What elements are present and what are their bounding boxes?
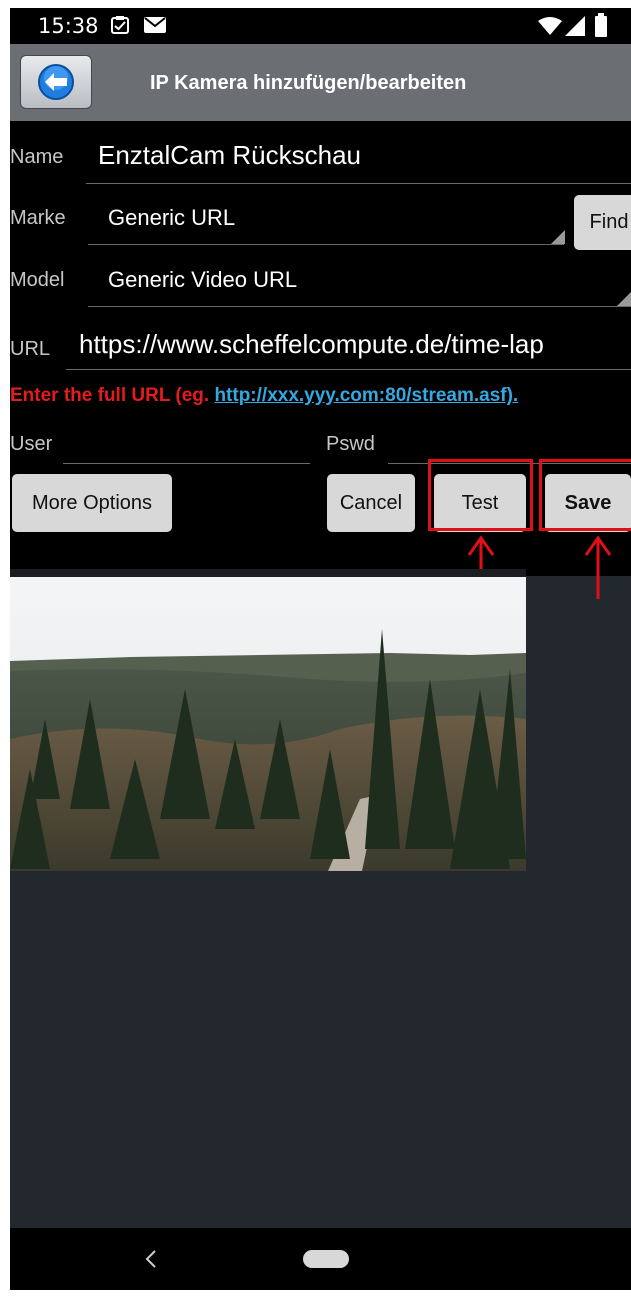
save-highlight-box: [539, 459, 631, 531]
forest-landscape-image: [10, 569, 526, 871]
cell-signal-icon: [565, 16, 585, 36]
url-hint-link[interactable]: http://xxx.yyy.com:80/stream.asf).: [214, 385, 518, 406]
model-select[interactable]: Generic Video URL: [108, 267, 297, 293]
camera-preview-image: [10, 569, 526, 871]
url-label: URL: [10, 338, 51, 360]
url-hint-text: Enter the full URL (eg.: [10, 385, 215, 406]
clipboard-check-icon: [111, 16, 129, 34]
pswd-label: Pswd: [326, 433, 375, 455]
model-dropdown-icon: [617, 292, 631, 306]
system-nav-bar: [10, 1228, 631, 1290]
status-bar: 15:38: [10, 8, 631, 44]
more-options-button[interactable]: More Options: [12, 474, 172, 532]
url-field[interactable]: https://www.scheffelcompute.de/time-lap: [79, 329, 544, 360]
model-underline: [88, 306, 631, 307]
marke-dropdown-icon: [551, 230, 565, 244]
url-hint: Enter the full URL (eg. http://xxx.yyy.c…: [10, 385, 518, 407]
page-title: IP Kamera hinzufügen/bearbeiten: [150, 72, 467, 94]
back-arrow-icon: [38, 64, 74, 100]
nav-home-pill[interactable]: [303, 1250, 349, 1268]
user-underline: [63, 463, 310, 464]
marke-label: Marke: [10, 207, 66, 229]
name-field[interactable]: EnztalCam Rückschau: [98, 140, 361, 171]
name-label: Name: [10, 146, 64, 168]
url-underline: [66, 369, 631, 370]
status-time: 15:38: [38, 14, 99, 38]
find-button[interactable]: Find: [574, 195, 631, 250]
name-underline: [86, 183, 631, 184]
save-arrow-icon: [584, 535, 612, 599]
camera-form: Name EnztalCam Rückschau Marke Generic U…: [10, 121, 631, 576]
marke-select[interactable]: Generic URL: [108, 205, 235, 231]
model-label: Model: [10, 269, 65, 291]
wifi-icon: [538, 17, 562, 35]
title-bar: IP Kamera hinzufügen/bearbeiten: [10, 44, 631, 121]
mail-icon: [144, 17, 166, 33]
back-button[interactable]: [20, 55, 92, 109]
marke-underline: [88, 244, 564, 245]
battery-icon: [595, 13, 607, 37]
nav-back-icon[interactable]: [144, 1249, 158, 1269]
app-screen: 15:38 IP Kamera hinzufügen/bearbeiten Na…: [10, 8, 631, 1290]
test-highlight-box: [428, 459, 533, 531]
user-label: User: [10, 433, 53, 455]
cancel-button[interactable]: Cancel: [327, 474, 415, 532]
